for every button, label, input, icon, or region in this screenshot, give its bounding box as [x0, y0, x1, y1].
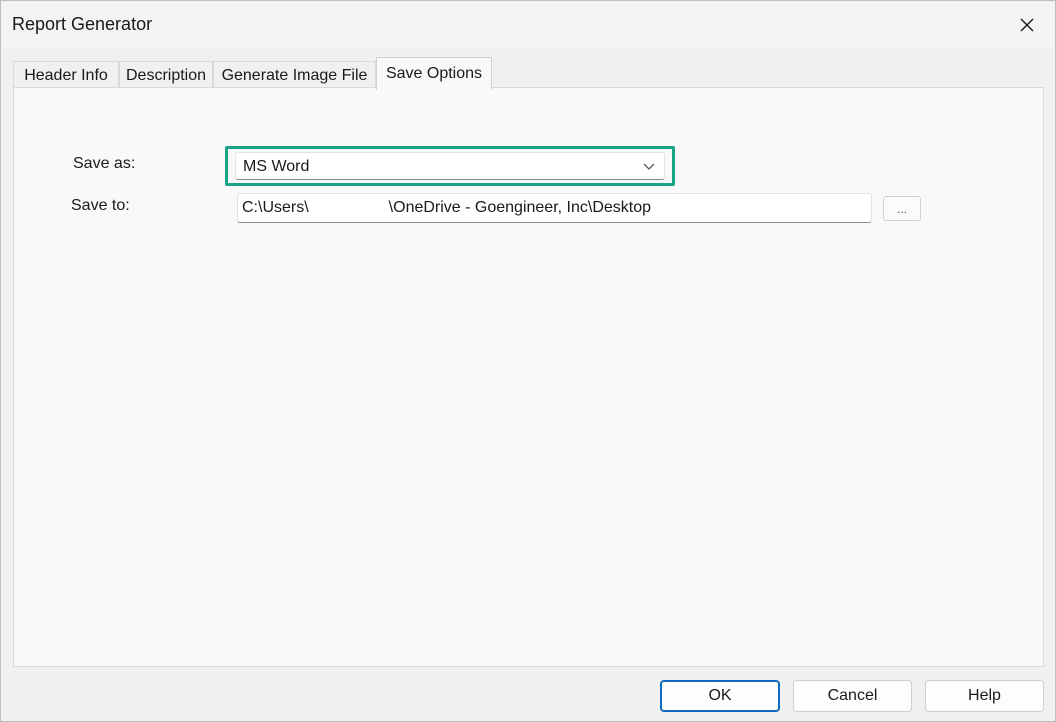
save-to-label: Save to: [71, 197, 130, 214]
browse-button[interactable]: ... [883, 196, 921, 221]
tab-save-options[interactable]: Save Options [376, 57, 492, 90]
ok-button[interactable]: OK [660, 680, 780, 712]
save-as-label: Save as: [73, 155, 136, 172]
help-button[interactable]: Help [925, 680, 1044, 712]
dialog-title: Report Generator [12, 14, 153, 34]
report-generator-dialog: Report Generator Header Info Description… [0, 0, 1056, 722]
tab-header-info[interactable]: Header Info [13, 61, 119, 89]
tab-generate-image-file[interactable]: Generate Image File [213, 61, 376, 89]
close-icon [1020, 18, 1034, 32]
tab-description[interactable]: Description [119, 61, 213, 89]
close-button[interactable] [1011, 9, 1043, 41]
cancel-button[interactable]: Cancel [793, 680, 912, 712]
save-to-path-prefix: C:\Users\ [242, 199, 309, 216]
chevron-down-icon [643, 163, 655, 170]
save-as-dropdown[interactable]: MS Word [235, 152, 665, 180]
save-to-path-suffix: \OneDrive - Goengineer, Inc\Desktop [388, 199, 652, 216]
save-as-value: MS Word [243, 158, 310, 175]
save-to-path-field[interactable]: C:\Users\ \OneDrive - Goengineer, Inc\De… [237, 193, 872, 223]
title-bar: Report Generator [1, 1, 1055, 49]
